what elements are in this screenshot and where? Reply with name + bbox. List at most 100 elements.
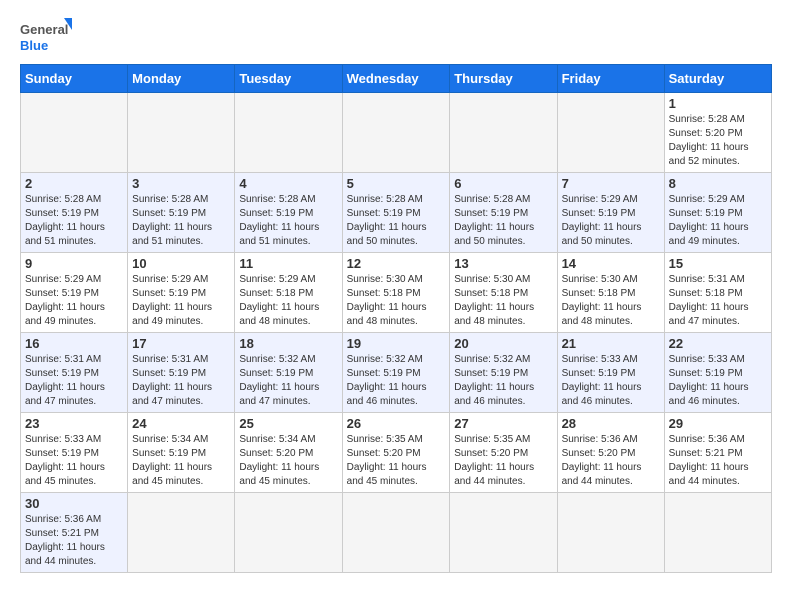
sunset-time: Sunset: 5:19 PM xyxy=(669,367,767,381)
page: General Blue Sunday Monday Tuesday Wedne… xyxy=(0,0,792,593)
daylight-hours: Daylight: 11 hours and 48 minutes. xyxy=(454,301,552,329)
table-row: 17Sunrise: 5:31 AMSunset: 5:19 PMDayligh… xyxy=(128,333,235,413)
daylight-hours: Daylight: 11 hours and 46 minutes. xyxy=(669,381,767,409)
daylight-hours: Daylight: 11 hours and 44 minutes. xyxy=(562,461,660,489)
day-number: 27 xyxy=(454,416,552,431)
daylight-hours: Daylight: 11 hours and 45 minutes. xyxy=(239,461,337,489)
day-info: Sunrise: 5:29 AMSunset: 5:18 PMDaylight:… xyxy=(239,273,337,329)
day-info: Sunrise: 5:29 AMSunset: 5:19 PMDaylight:… xyxy=(25,273,123,329)
sunset-time: Sunset: 5:18 PM xyxy=(239,287,337,301)
daylight-hours: Daylight: 11 hours and 46 minutes. xyxy=(347,381,446,409)
daylight-hours: Daylight: 11 hours and 45 minutes. xyxy=(347,461,446,489)
sunrise-time: Sunrise: 5:28 AM xyxy=(669,113,767,127)
table-row: 16Sunrise: 5:31 AMSunset: 5:19 PMDayligh… xyxy=(21,333,128,413)
daylight-hours: Daylight: 11 hours and 49 minutes. xyxy=(132,301,230,329)
day-number: 14 xyxy=(562,256,660,271)
sunrise-time: Sunrise: 5:33 AM xyxy=(25,433,123,447)
sunset-time: Sunset: 5:18 PM xyxy=(562,287,660,301)
table-row: 5 Sunrise: 5:28 AMSunset: 5:19 PMDaylight… xyxy=(342,173,450,253)
table-row: 1 Sunrise: 5:28 AMSunset: 5:20 PMDaylight… xyxy=(664,93,771,173)
table-row: 9 Sunrise: 5:29 AMSunset: 5:19 PMDaylight… xyxy=(21,253,128,333)
day-number: 10 xyxy=(132,256,230,271)
sunset-time: Sunset: 5:19 PM xyxy=(562,207,660,221)
sunrise-time: Sunrise: 5:30 AM xyxy=(562,273,660,287)
sunset-time: Sunset: 5:20 PM xyxy=(239,447,337,461)
col-friday: Friday xyxy=(557,65,664,93)
day-number: 29 xyxy=(669,416,767,431)
table-row xyxy=(450,93,557,173)
sunrise-time: Sunrise: 5:34 AM xyxy=(239,433,337,447)
day-info: Sunrise: 5:36 AMSunset: 5:20 PMDaylight:… xyxy=(562,433,660,489)
table-row: 12Sunrise: 5:30 AMSunset: 5:18 PMDayligh… xyxy=(342,253,450,333)
sunset-time: Sunset: 5:19 PM xyxy=(132,207,230,221)
table-row xyxy=(21,93,128,173)
daylight-hours: Daylight: 11 hours and 48 minutes. xyxy=(239,301,337,329)
sunset-time: Sunset: 5:19 PM xyxy=(132,287,230,301)
sunrise-time: Sunrise: 5:30 AM xyxy=(454,273,552,287)
sunrise-time: Sunrise: 5:33 AM xyxy=(562,353,660,367)
day-info: Sunrise: 5:28 AMSunset: 5:19 PMDaylight:… xyxy=(347,193,446,249)
sunset-time: Sunset: 5:18 PM xyxy=(347,287,446,301)
sunset-time: Sunset: 5:19 PM xyxy=(25,207,123,221)
daylight-hours: Daylight: 11 hours and 50 minutes. xyxy=(562,221,660,249)
daylight-hours: Daylight: 11 hours and 50 minutes. xyxy=(347,221,446,249)
table-row: 10Sunrise: 5:29 AMSunset: 5:19 PMDayligh… xyxy=(128,253,235,333)
daylight-hours: Daylight: 11 hours and 45 minutes. xyxy=(25,461,123,489)
calendar-week-row: 30 Sunrise: 5:36 AMSunset: 5:21 PMDayligh… xyxy=(21,493,772,573)
day-number: 1 xyxy=(669,96,767,111)
day-info: Sunrise: 5:28 AMSunset: 5:20 PMDaylight:… xyxy=(669,113,767,169)
sunset-time: Sunset: 5:19 PM xyxy=(132,367,230,381)
day-info: Sunrise: 5:28 AMSunset: 5:19 PMDaylight:… xyxy=(454,193,552,249)
day-number: 5 xyxy=(347,176,446,191)
sunset-time: Sunset: 5:20 PM xyxy=(454,447,552,461)
table-row: 7Sunrise: 5:29 AMSunset: 5:19 PMDaylight… xyxy=(557,173,664,253)
day-number: 2 xyxy=(25,176,123,191)
daylight-hours: Daylight: 11 hours and 50 minutes. xyxy=(454,221,552,249)
table-row: 6 Sunrise: 5:28 AMSunset: 5:19 PMDaylight… xyxy=(450,173,557,253)
sunrise-time: Sunrise: 5:36 AM xyxy=(25,513,123,527)
day-info: Sunrise: 5:34 AMSunset: 5:20 PMDaylight:… xyxy=(239,433,337,489)
day-number: 22 xyxy=(669,336,767,351)
daylight-hours: Daylight: 11 hours and 45 minutes. xyxy=(132,461,230,489)
day-info: Sunrise: 5:28 AMSunset: 5:19 PMDaylight:… xyxy=(132,193,230,249)
daylight-hours: Daylight: 11 hours and 44 minutes. xyxy=(454,461,552,489)
table-row: 29 Sunrise: 5:36 AMSunset: 5:21 PMDayligh… xyxy=(664,413,771,493)
day-number: 17 xyxy=(132,336,230,351)
calendar-week-row: 1 Sunrise: 5:28 AMSunset: 5:20 PMDaylight… xyxy=(21,93,772,173)
day-info: Sunrise: 5:36 AMSunset: 5:21 PMDaylight:… xyxy=(669,433,767,489)
table-row: 30 Sunrise: 5:36 AMSunset: 5:21 PMDayligh… xyxy=(21,493,128,573)
day-number: 6 xyxy=(454,176,552,191)
col-sunday: Sunday xyxy=(21,65,128,93)
table-row xyxy=(235,93,342,173)
table-row: 26Sunrise: 5:35 AMSunset: 5:20 PMDayligh… xyxy=(342,413,450,493)
day-number: 30 xyxy=(25,496,123,511)
daylight-hours: Daylight: 11 hours and 46 minutes. xyxy=(454,381,552,409)
sunset-time: Sunset: 5:20 PM xyxy=(347,447,446,461)
day-number: 23 xyxy=(25,416,123,431)
sunset-time: Sunset: 5:19 PM xyxy=(454,207,552,221)
daylight-hours: Daylight: 11 hours and 51 minutes. xyxy=(239,221,337,249)
table-row: 23Sunrise: 5:33 AMSunset: 5:19 PMDayligh… xyxy=(21,413,128,493)
sunrise-time: Sunrise: 5:31 AM xyxy=(669,273,767,287)
sunrise-time: Sunrise: 5:28 AM xyxy=(239,193,337,207)
table-row: 14 Sunrise: 5:30 AMSunset: 5:18 PMDayligh… xyxy=(557,253,664,333)
daylight-hours: Daylight: 11 hours and 48 minutes. xyxy=(562,301,660,329)
col-thursday: Thursday xyxy=(450,65,557,93)
table-row xyxy=(557,493,664,573)
calendar-week-row: 9 Sunrise: 5:29 AMSunset: 5:19 PMDaylight… xyxy=(21,253,772,333)
sunset-time: Sunset: 5:21 PM xyxy=(669,447,767,461)
day-number: 9 xyxy=(25,256,123,271)
table-row: 22 Sunrise: 5:33 AMSunset: 5:19 PMDayligh… xyxy=(664,333,771,413)
table-row: 15Sunrise: 5:31 AMSunset: 5:18 PMDayligh… xyxy=(664,253,771,333)
sunset-time: Sunset: 5:19 PM xyxy=(347,207,446,221)
col-tuesday: Tuesday xyxy=(235,65,342,93)
day-number: 24 xyxy=(132,416,230,431)
sunrise-time: Sunrise: 5:28 AM xyxy=(454,193,552,207)
daylight-hours: Daylight: 11 hours and 46 minutes. xyxy=(562,381,660,409)
sunrise-time: Sunrise: 5:32 AM xyxy=(239,353,337,367)
calendar-week-row: 23Sunrise: 5:33 AMSunset: 5:19 PMDayligh… xyxy=(21,413,772,493)
day-info: Sunrise: 5:31 AMSunset: 5:19 PMDaylight:… xyxy=(25,353,123,409)
table-row: 24Sunrise: 5:34 AMSunset: 5:19 PMDayligh… xyxy=(128,413,235,493)
day-info: Sunrise: 5:36 AMSunset: 5:21 PMDaylight:… xyxy=(25,513,123,569)
day-info: Sunrise: 5:33 AMSunset: 5:19 PMDaylight:… xyxy=(669,353,767,409)
